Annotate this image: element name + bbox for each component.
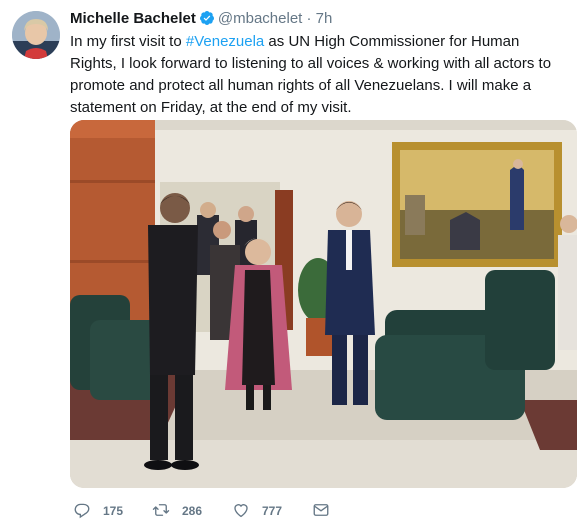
header-separator: ·: [306, 10, 312, 27]
tweet-actions: 175 286 777: [70, 499, 550, 523]
tweet-photo[interactable]: [70, 120, 577, 488]
tweet-timestamp[interactable]: 7h: [316, 10, 333, 27]
photo-illustration: [70, 120, 577, 488]
like-count: 777: [262, 504, 283, 518]
direct-message-icon: [312, 501, 330, 522]
verified-badge-icon: [199, 10, 215, 26]
reply-count: 175: [103, 504, 124, 518]
avatar-image: [12, 11, 60, 59]
like-button[interactable]: 777: [232, 499, 282, 523]
hashtag-link[interactable]: #Venezuela: [186, 33, 264, 50]
retweet-icon: [152, 501, 170, 522]
tweet-text: In my first visit to #Venezuela as UN Hi…: [70, 31, 570, 119]
tweet-header: Michelle Bachelet @mbachelet · 7h: [70, 9, 332, 29]
avatar[interactable]: [12, 11, 60, 59]
reply-icon: [73, 501, 91, 522]
like-icon: [232, 501, 250, 522]
reply-button[interactable]: 175: [73, 499, 123, 523]
tweet-text-part-1: In my first visit to: [70, 33, 186, 50]
author-name[interactable]: Michelle Bachelet: [70, 10, 196, 27]
author-handle[interactable]: @mbachelet: [218, 10, 302, 27]
retweet-button[interactable]: 286: [152, 499, 202, 523]
direct-message-button[interactable]: [312, 499, 330, 523]
retweet-count: 286: [182, 504, 203, 518]
